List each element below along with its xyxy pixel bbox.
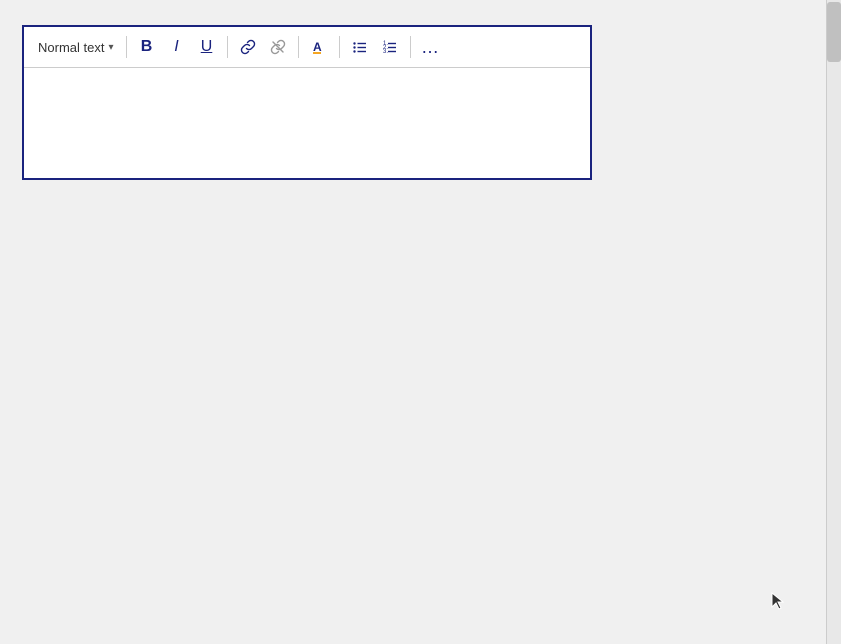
svg-text:3.: 3. — [383, 49, 388, 55]
rich-text-editor: Normal text ▾ B I U — [22, 25, 592, 180]
more-label: … — [421, 37, 440, 58]
scrollbar-thumb[interactable] — [827, 2, 841, 62]
highlight-button[interactable]: A — [305, 33, 333, 61]
unlink-button[interactable] — [264, 33, 292, 61]
bold-button[interactable]: B — [133, 33, 161, 61]
dropdown-arrow-icon: ▾ — [108, 42, 113, 53]
ordered-list-button[interactable]: 1. 2. 3. — [376, 33, 404, 61]
divider-1 — [126, 36, 127, 58]
text-style-label: Normal text — [38, 40, 104, 55]
divider-2 — [227, 36, 228, 58]
underline-button[interactable]: U — [193, 33, 221, 61]
italic-button[interactable]: I — [163, 33, 191, 61]
cursor-indicator — [769, 591, 789, 616]
editor-content-area[interactable] — [24, 68, 590, 178]
mouse-cursor-icon — [769, 591, 789, 611]
divider-4 — [339, 36, 340, 58]
svg-text:A: A — [313, 40, 322, 54]
editor-toolbar: Normal text ▾ B I U — [24, 27, 590, 68]
highlight-icon: A — [311, 39, 327, 55]
more-button[interactable]: … — [417, 33, 445, 61]
ordered-list-icon: 1. 2. 3. — [382, 39, 398, 55]
divider-5 — [410, 36, 411, 58]
unordered-list-button[interactable] — [346, 33, 374, 61]
unordered-list-icon — [352, 39, 368, 55]
link-icon — [240, 39, 256, 55]
divider-3 — [298, 36, 299, 58]
unlink-icon — [270, 39, 286, 55]
text-style-dropdown[interactable]: Normal text ▾ — [32, 37, 120, 58]
link-button[interactable] — [234, 33, 262, 61]
scrollbar[interactable] — [826, 0, 841, 644]
